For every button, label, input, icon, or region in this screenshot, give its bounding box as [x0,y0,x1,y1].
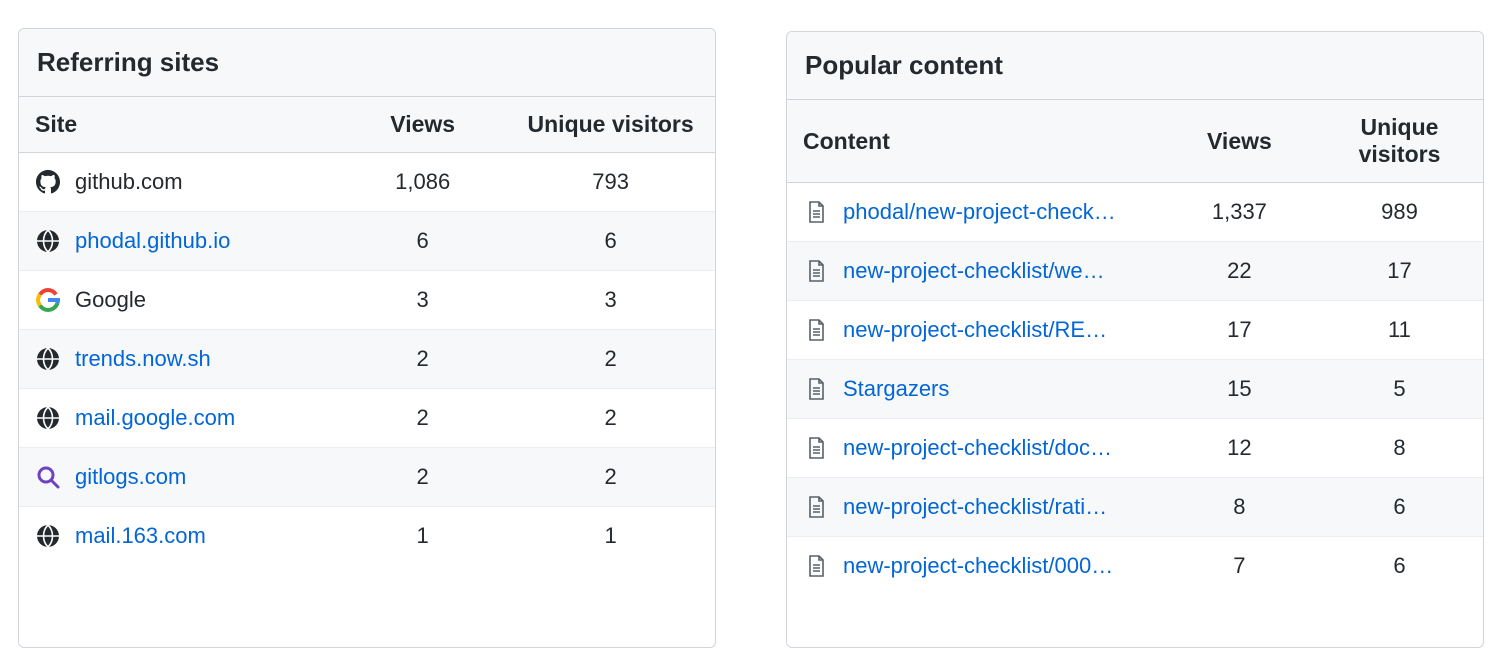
cell-unique: 17 [1316,242,1483,301]
cell-unique: 6 [1316,537,1483,596]
globe-icon [35,523,61,549]
table-row: new-project-checklist/we… 2217 [787,242,1483,301]
link-label[interactable]: new-project-checklist/000… [843,553,1113,579]
col-unique: Unique visitors [506,97,715,153]
globe-icon [35,405,61,431]
cell-views: 1 [339,507,506,566]
cell-views: 12 [1163,419,1316,478]
cell-unique: 6 [506,212,715,271]
cell-unique: 793 [506,153,715,212]
file-icon [803,199,829,225]
file-icon [803,494,829,520]
cell-name: new-project-checklist/doc… [787,419,1163,478]
file-icon [803,317,829,343]
table-row: phodal/new-project-check… 1,337989 [787,183,1483,242]
cell-unique: 2 [506,389,715,448]
file-icon [803,376,829,402]
file-icon [803,258,829,284]
cell-unique: 2 [506,448,715,507]
col-content: Content [787,100,1163,183]
magnify-icon [35,464,61,490]
cell-views: 22 [1163,242,1316,301]
table-row: new-project-checklist/000… 76 [787,537,1483,596]
cell-views: 8 [1163,478,1316,537]
referring-sites-title: Referring sites [19,29,715,97]
table-row: gitlogs.com 22 [19,448,715,507]
cell-unique: 6 [1316,478,1483,537]
link-label[interactable]: mail.163.com [75,523,206,549]
link-label[interactable]: new-project-checklist/RE… [843,317,1107,343]
link-label[interactable]: gitlogs.com [75,464,186,490]
cell-name: new-project-checklist/rati… [787,478,1163,537]
table-row: phodal.github.io 66 [19,212,715,271]
table-row: mail.163.com 11 [19,507,715,566]
link-label[interactable]: phodal/new-project-check… [843,199,1116,225]
cell-views: 3 [339,271,506,330]
cell-views: 2 [339,389,506,448]
cell-views: 2 [339,448,506,507]
cell-views: 15 [1163,360,1316,419]
link-label[interactable]: phodal.github.io [75,228,230,254]
table-row: github.com 1,086793 [19,153,715,212]
cell-name: phodal/new-project-check… [787,183,1163,242]
referring-sites-table: Site Views Unique visitors github.com 1,0… [19,97,715,565]
cell-name: gitlogs.com [19,448,339,507]
cell-name: github.com [19,153,339,212]
text-label: Google [75,287,146,313]
col-site: Site [19,97,339,153]
cell-name: trends.now.sh [19,330,339,389]
text-label: github.com [75,169,183,195]
col-views: Views [1163,100,1316,183]
table-row: new-project-checklist/doc… 128 [787,419,1483,478]
cell-name: mail.google.com [19,389,339,448]
file-icon [803,435,829,461]
cell-views: 2 [339,330,506,389]
cell-unique: 1 [506,507,715,566]
link-label[interactable]: new-project-checklist/we… [843,258,1105,284]
col-views: Views [339,97,506,153]
cell-views: 17 [1163,301,1316,360]
cell-unique: 8 [1316,419,1483,478]
referring-sites-panel: Referring sites Site Views Unique visito… [18,28,716,648]
cell-views: 1,337 [1163,183,1316,242]
github-icon [35,169,61,195]
cell-unique: 5 [1316,360,1483,419]
cell-views: 1,086 [339,153,506,212]
globe-icon [35,346,61,372]
file-icon [803,553,829,579]
table-row: mail.google.com 22 [19,389,715,448]
cell-unique: 11 [1316,301,1483,360]
traffic-panels: Referring sites Site Views Unique visito… [0,0,1494,648]
popular-content-panel: Popular content Content Views Unique vis… [786,31,1484,648]
cell-unique: 3 [506,271,715,330]
cell-views: 6 [339,212,506,271]
table-row: Stargazers 155 [787,360,1483,419]
table-row: new-project-checklist/rati… 86 [787,478,1483,537]
link-label[interactable]: Stargazers [843,376,949,402]
table-row: Google 33 [19,271,715,330]
cell-name: mail.163.com [19,507,339,566]
cell-name: new-project-checklist/000… [787,537,1163,596]
col-unique: Unique visitors [1316,100,1483,183]
table-row: new-project-checklist/RE… 1711 [787,301,1483,360]
link-label[interactable]: trends.now.sh [75,346,211,372]
cell-unique: 989 [1316,183,1483,242]
link-label[interactable]: mail.google.com [75,405,235,431]
cell-name: Google [19,271,339,330]
globe-icon [35,228,61,254]
cell-name: Stargazers [787,360,1163,419]
popular-content-title: Popular content [787,32,1483,100]
table-row: trends.now.sh 22 [19,330,715,389]
google-icon [35,287,61,313]
popular-content-table: Content Views Unique visitors phodal/new… [787,100,1483,595]
cell-views: 7 [1163,537,1316,596]
cell-name: phodal.github.io [19,212,339,271]
cell-unique: 2 [506,330,715,389]
cell-name: new-project-checklist/we… [787,242,1163,301]
link-label[interactable]: new-project-checklist/doc… [843,435,1112,461]
cell-name: new-project-checklist/RE… [787,301,1163,360]
link-label[interactable]: new-project-checklist/rati… [843,494,1107,520]
